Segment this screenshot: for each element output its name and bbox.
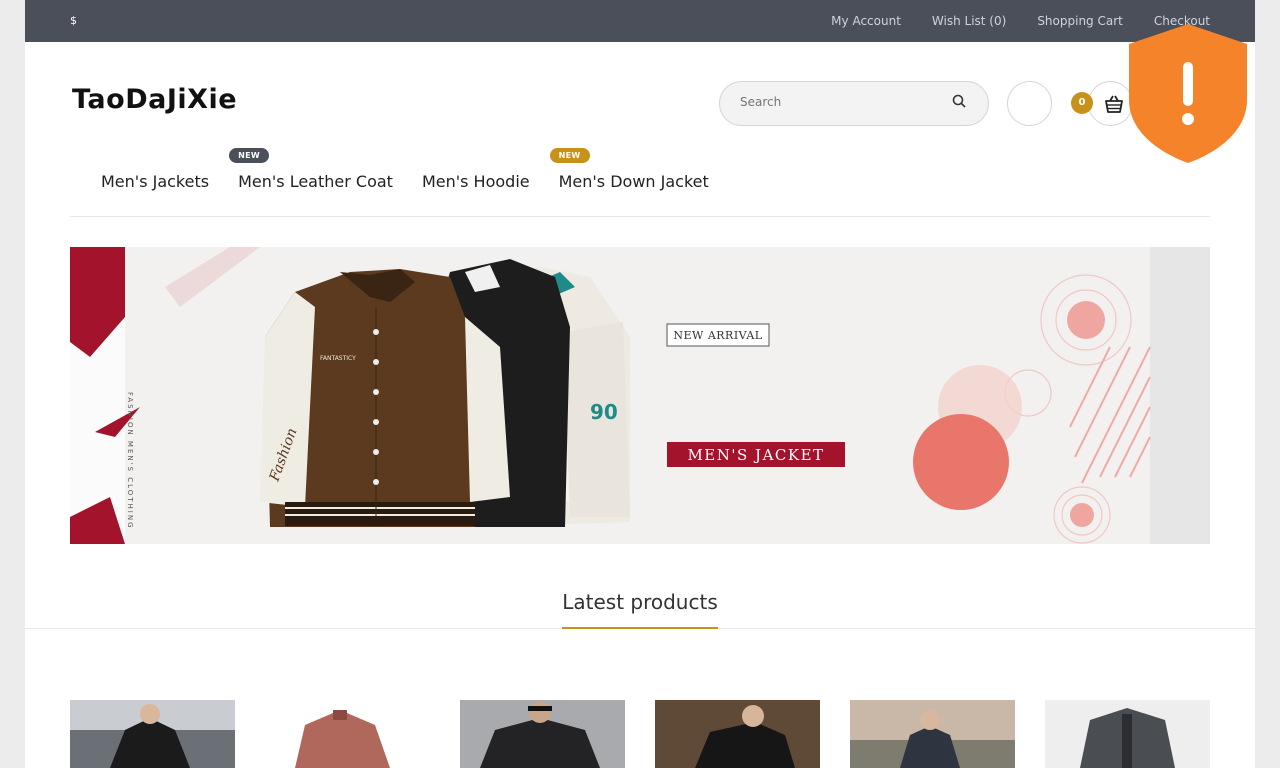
- product-image: [70, 700, 235, 768]
- search-box: [719, 81, 989, 126]
- banner-vertical-text: FASHION MEN'S CLOTHING: [126, 392, 134, 530]
- product-image: [850, 700, 1015, 768]
- banner-artwork: FASHION MEN'S CLOTHING FANTASTICY Fashio…: [70, 247, 1210, 544]
- menu-item-mens-down-jacket[interactable]: NEW Men's Down Jacket: [549, 148, 709, 191]
- cart-count-badge: 0: [1071, 92, 1093, 114]
- new-arrival-tag: NEW ARRIVAL: [673, 329, 762, 342]
- hero-banner[interactable]: FASHION MEN'S CLOTHING FANTASTICY Fashio…: [70, 247, 1210, 544]
- banner-headline: MEN'S JACKET: [687, 446, 824, 464]
- search-input[interactable]: [740, 95, 940, 109]
- product-card[interactable]: [850, 700, 1015, 768]
- currency-selector[interactable]: $: [70, 14, 77, 27]
- menu-item-mens-jackets[interactable]: Men's Jackets: [101, 172, 209, 191]
- latest-products-title: Latest products: [562, 590, 718, 614]
- jacket-number-text: 90: [590, 400, 618, 424]
- product-image: [460, 700, 625, 768]
- my-account-link[interactable]: My Account: [831, 14, 901, 28]
- shield-alert-icon[interactable]: [1127, 22, 1249, 164]
- product-image: [1045, 700, 1210, 768]
- search-icon[interactable]: [952, 94, 966, 112]
- wishlist-button[interactable]: [1007, 81, 1052, 126]
- page: $ My Account Wish List (0) Shopping Cart…: [25, 0, 1255, 768]
- product-card[interactable]: [655, 700, 820, 768]
- main-menu: Men's Jackets NEW Men's Leather Coat Men…: [101, 148, 738, 191]
- menu-item-mens-leather-coat[interactable]: NEW Men's Leather Coat: [229, 148, 393, 191]
- jacket-number-text: 63: [530, 388, 561, 413]
- product-card[interactable]: [460, 700, 625, 768]
- menu-divider: [70, 216, 1210, 217]
- site-logo[interactable]: TaoDaJiXie: [72, 84, 237, 115]
- top-bar: $ My Account Wish List (0) Shopping Cart…: [25, 0, 1255, 42]
- wish-list-link[interactable]: Wish List (0): [932, 14, 1006, 28]
- basket-icon[interactable]: [1102, 92, 1126, 116]
- menu-item-label: Men's Jackets: [101, 172, 210, 191]
- menu-item-label: Men's Down Jacket: [558, 172, 709, 191]
- product-grid: [70, 700, 1210, 768]
- jacket-print-text: FANTASTICY: [320, 355, 356, 362]
- product-image: [265, 700, 430, 768]
- product-image: [655, 700, 820, 768]
- title-underline: [562, 627, 718, 629]
- product-card[interactable]: [265, 700, 430, 768]
- product-card[interactable]: [1045, 700, 1210, 768]
- new-badge: NEW: [229, 148, 269, 163]
- shopping-cart-link[interactable]: Shopping Cart: [1037, 14, 1123, 28]
- menu-item-label: Men's Leather Coat: [238, 172, 393, 191]
- menu-item-label: Men's Hoodie: [421, 172, 530, 191]
- product-card[interactable]: [70, 700, 235, 768]
- new-badge: NEW: [549, 148, 590, 163]
- menu-item-mens-hoodie[interactable]: Men's Hoodie: [422, 172, 530, 191]
